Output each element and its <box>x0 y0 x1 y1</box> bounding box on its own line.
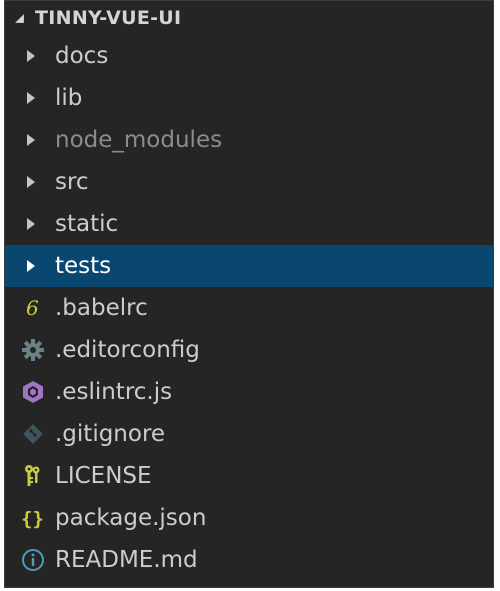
file-label: LICENSE <box>55 463 152 489</box>
chevron-right-icon <box>19 170 43 194</box>
folder-label: tests <box>55 253 112 279</box>
file-label: README.md <box>55 547 198 573</box>
explorer-panel: TINNY-VUE-UI docs lib node_modules src s… <box>4 0 494 588</box>
folder-item-src[interactable]: src <box>5 161 493 203</box>
file-item-license[interactable]: LICENSE <box>5 455 493 497</box>
file-item-readme[interactable]: README.md <box>5 539 493 581</box>
folder-item-static[interactable]: static <box>5 203 493 245</box>
svg-text:{}: {} <box>21 508 44 530</box>
chevron-right-icon <box>19 44 43 68</box>
file-label: .gitignore <box>55 421 166 447</box>
file-label: .editorconfig <box>55 337 200 363</box>
folder-item-docs[interactable]: docs <box>5 35 493 77</box>
json-braces-icon: {} <box>19 504 47 532</box>
chevron-right-icon <box>19 212 43 236</box>
folder-label: docs <box>55 43 109 69</box>
folder-label: node_modules <box>55 127 223 153</box>
file-item-eslintrc[interactable]: .eslintrc.js <box>5 371 493 413</box>
file-label: package.json <box>55 505 207 531</box>
file-label: .eslintrc.js <box>55 379 173 405</box>
folder-label: lib <box>55 85 83 111</box>
license-icon <box>19 462 47 490</box>
svg-text:6: 6 <box>26 296 39 320</box>
file-tree: docs lib node_modules src static tests 6… <box>5 35 493 581</box>
file-item-editorconfig[interactable]: .editorconfig <box>5 329 493 371</box>
info-icon <box>19 546 47 574</box>
explorer-section-header[interactable]: TINNY-VUE-UI <box>5 1 493 35</box>
file-item-babelrc[interactable]: 6 .babelrc <box>5 287 493 329</box>
gear-icon <box>19 336 47 364</box>
folder-label: src <box>55 169 89 195</box>
folder-item-node-modules[interactable]: node_modules <box>5 119 493 161</box>
folder-item-tests[interactable]: tests <box>5 245 493 287</box>
chevron-right-icon <box>19 128 43 152</box>
folder-item-lib[interactable]: lib <box>5 77 493 119</box>
chevron-right-icon <box>19 86 43 110</box>
eslint-icon <box>19 378 47 406</box>
file-item-gitignore[interactable]: .gitignore <box>5 413 493 455</box>
folder-label: static <box>55 211 119 237</box>
babel-icon: 6 <box>19 294 47 322</box>
chevron-down-icon <box>13 12 25 24</box>
explorer-section-title: TINNY-VUE-UI <box>35 7 182 29</box>
git-icon <box>19 420 47 448</box>
file-label: .babelrc <box>55 295 148 321</box>
chevron-right-icon <box>19 254 43 278</box>
file-item-package-json[interactable]: {} package.json <box>5 497 493 539</box>
